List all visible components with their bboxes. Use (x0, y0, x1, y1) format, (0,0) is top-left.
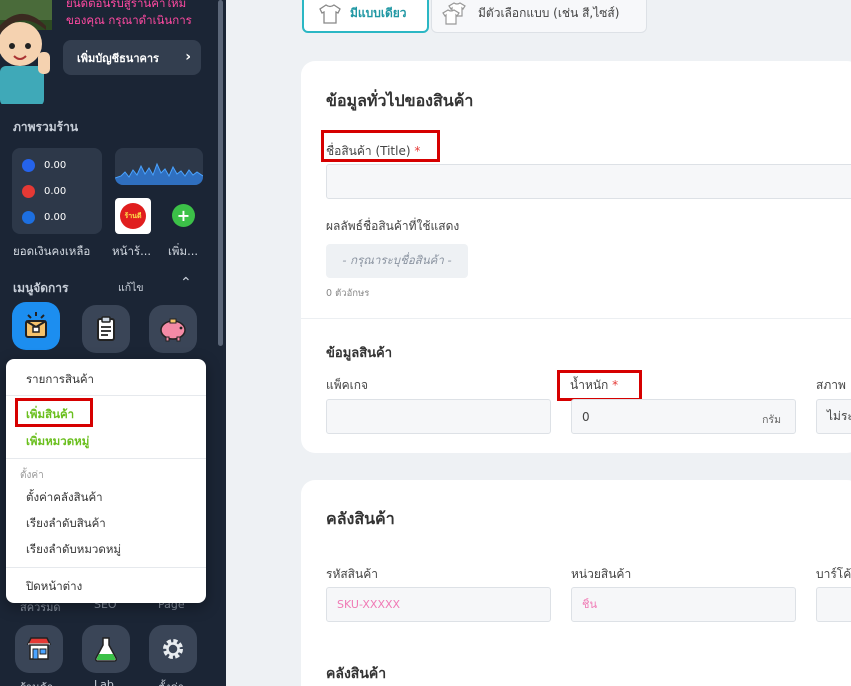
balance-row: 0.00 (22, 159, 66, 172)
menu-item-product-list[interactable]: รายการสินค้า (26, 371, 94, 389)
sku-label: รหัสสินค้า (326, 567, 378, 581)
orders-menu-button[interactable] (82, 305, 130, 353)
product-name-field[interactable] (337, 175, 851, 188)
unit-label: หน่วยสินค้า (571, 567, 632, 581)
menu-divider (6, 395, 206, 396)
bottom-icon-caption: ตั้งค่า (158, 678, 184, 686)
mascot-illustration (0, 0, 52, 104)
tshirt-icon (319, 3, 341, 24)
promo-text: ยินดีต้อนรับสู่ร้านค้าใหม่ ของคุณ กรุณาด… (66, 0, 192, 29)
products-popup-menu: รายการสินค้า เพิ่มสินค้า เพิ่มหมวดหมู่ ต… (6, 359, 206, 603)
products-menu-button[interactable] (12, 302, 60, 350)
chevron-up-icon[interactable]: ⌃ (180, 275, 192, 291)
clipboard-icon (97, 316, 115, 341)
balance-card[interactable]: 0.00 0.00 0.00 (12, 148, 102, 234)
balance-row: 0.00 (22, 185, 66, 198)
barcode-input[interactable] (816, 587, 851, 622)
package-label: แพ็คเกจ (326, 378, 369, 392)
weight-input[interactable]: 0 กรัม (571, 399, 796, 434)
sidebar-scrollbar[interactable] (218, 0, 223, 346)
menu-item-add-category[interactable]: เพิ่มหมวดหมู่ (26, 433, 89, 451)
warehouse-title: คลังสินค้า (326, 509, 395, 528)
sparkline-chart (115, 162, 203, 185)
flask-icon (95, 637, 117, 662)
variant-single-label: มีแบบเดียว (350, 6, 407, 20)
multi-shirt-icon (442, 1, 466, 25)
section-divider (301, 318, 851, 319)
bottom-icon-caption: Lab (94, 678, 114, 686)
variant-single-button[interactable]: มีแบบเดียว (302, 0, 429, 33)
balance-caption: ยอดเงินคงเหลือ (13, 244, 91, 258)
gear-icon (163, 639, 183, 659)
box-icon (25, 312, 47, 338)
finance-menu-button[interactable] (149, 305, 197, 353)
shopfront-caption: หน้าร้... (112, 244, 152, 258)
unit-input[interactable] (571, 587, 796, 622)
menu-item-close-window[interactable]: ปิดหน้าต่าง (26, 578, 82, 596)
condition-select[interactable]: ไม่ระ (816, 399, 851, 434)
menu-divider (6, 567, 206, 568)
menu-section-settings: ตั้งค่า (20, 470, 44, 481)
coin-icon (22, 211, 35, 224)
char-count: 0 ตัวอักษร (326, 288, 370, 299)
sku-field[interactable] (337, 598, 550, 611)
menu-divider (6, 458, 206, 459)
menu-item-sort-categories[interactable]: เรียงลำดับหมวดหมู่ (26, 541, 121, 559)
menu-title: เมนูจัดการ (13, 281, 69, 295)
balance-value: 0.00 (44, 212, 67, 223)
shop-logo[interactable]: ร้านดี (115, 198, 151, 234)
shop-menu-button[interactable] (15, 625, 63, 673)
add-bank-account-button[interactable]: เพิ่มบัญชีธนาคาร › (63, 40, 201, 75)
balance-value: 0.00 (44, 160, 67, 171)
promo-line-1: ยินดีต้อนรับสู่ร้านค้าใหม่ (66, 0, 187, 10)
condition-label: สภาพ (816, 378, 846, 392)
balance-value: 0.00 (44, 186, 67, 197)
sku-input[interactable] (326, 587, 551, 622)
settings-menu-button[interactable] (149, 625, 197, 673)
highlight-add-product (15, 398, 93, 427)
name-preview-label: ผลลัพธ์ชื่อสินค้าที่ใช้แสดง (326, 219, 460, 233)
variant-multi-label: มีตัวเลือกแบบ (เช่น สี,ไซส์) (478, 6, 620, 20)
balance-row: 0.00 (22, 211, 66, 224)
add-caption: เพิ่ม... (168, 244, 199, 258)
product-info-title: ข้อมูลสินค้า (326, 346, 393, 361)
menu-edit-link[interactable]: แก้ไข (118, 279, 144, 296)
barcode-label: บาร์โค้ (816, 567, 851, 581)
condition-value: ไม่ระ (827, 409, 851, 423)
coin-icon (22, 159, 35, 172)
chevron-right-icon: › (185, 49, 191, 65)
overview-title: ภาพรวมร้าน (13, 120, 79, 134)
menu-item-sort-products[interactable]: เรียงลำดับสินค้า (26, 515, 106, 533)
stock-title: คลังสินค้า (326, 666, 387, 682)
general-info-title: ข้อมูลทั่วไปของสินค้า (326, 91, 474, 110)
shop-logo-badge: ร้านดี (120, 203, 146, 229)
coin-icon (22, 185, 35, 198)
lab-menu-button[interactable] (82, 625, 130, 673)
weight-unit: กรัม (762, 414, 781, 426)
highlight-product-name (321, 130, 440, 162)
variant-multi-button[interactable]: มีตัวเลือกแบบ (เช่น สี,ไซส์) (431, 0, 647, 33)
unit-field[interactable] (582, 598, 795, 611)
menu-item-warehouse-settings[interactable]: ตั้งค่าคลังสินค้า (26, 489, 103, 507)
package-input[interactable] (326, 399, 551, 434)
product-name-input[interactable] (326, 164, 851, 199)
weight-value: 0 (582, 409, 590, 424)
name-preview: - กรุณาระบุชื่อสินค้า - (326, 244, 468, 278)
highlight-weight (557, 370, 642, 401)
bottom-icon-caption: ร้านค้า (20, 678, 53, 686)
add-bank-account-label: เพิ่มบัญชีธนาคาร (77, 51, 159, 65)
piggy-bank-icon (160, 318, 186, 342)
promo-line-2: ของคุณ กรุณาดำเนินการ (66, 13, 192, 27)
sales-sparkline[interactable] (115, 148, 203, 185)
storefront-icon (26, 637, 52, 660)
add-icon[interactable]: + (172, 204, 195, 227)
